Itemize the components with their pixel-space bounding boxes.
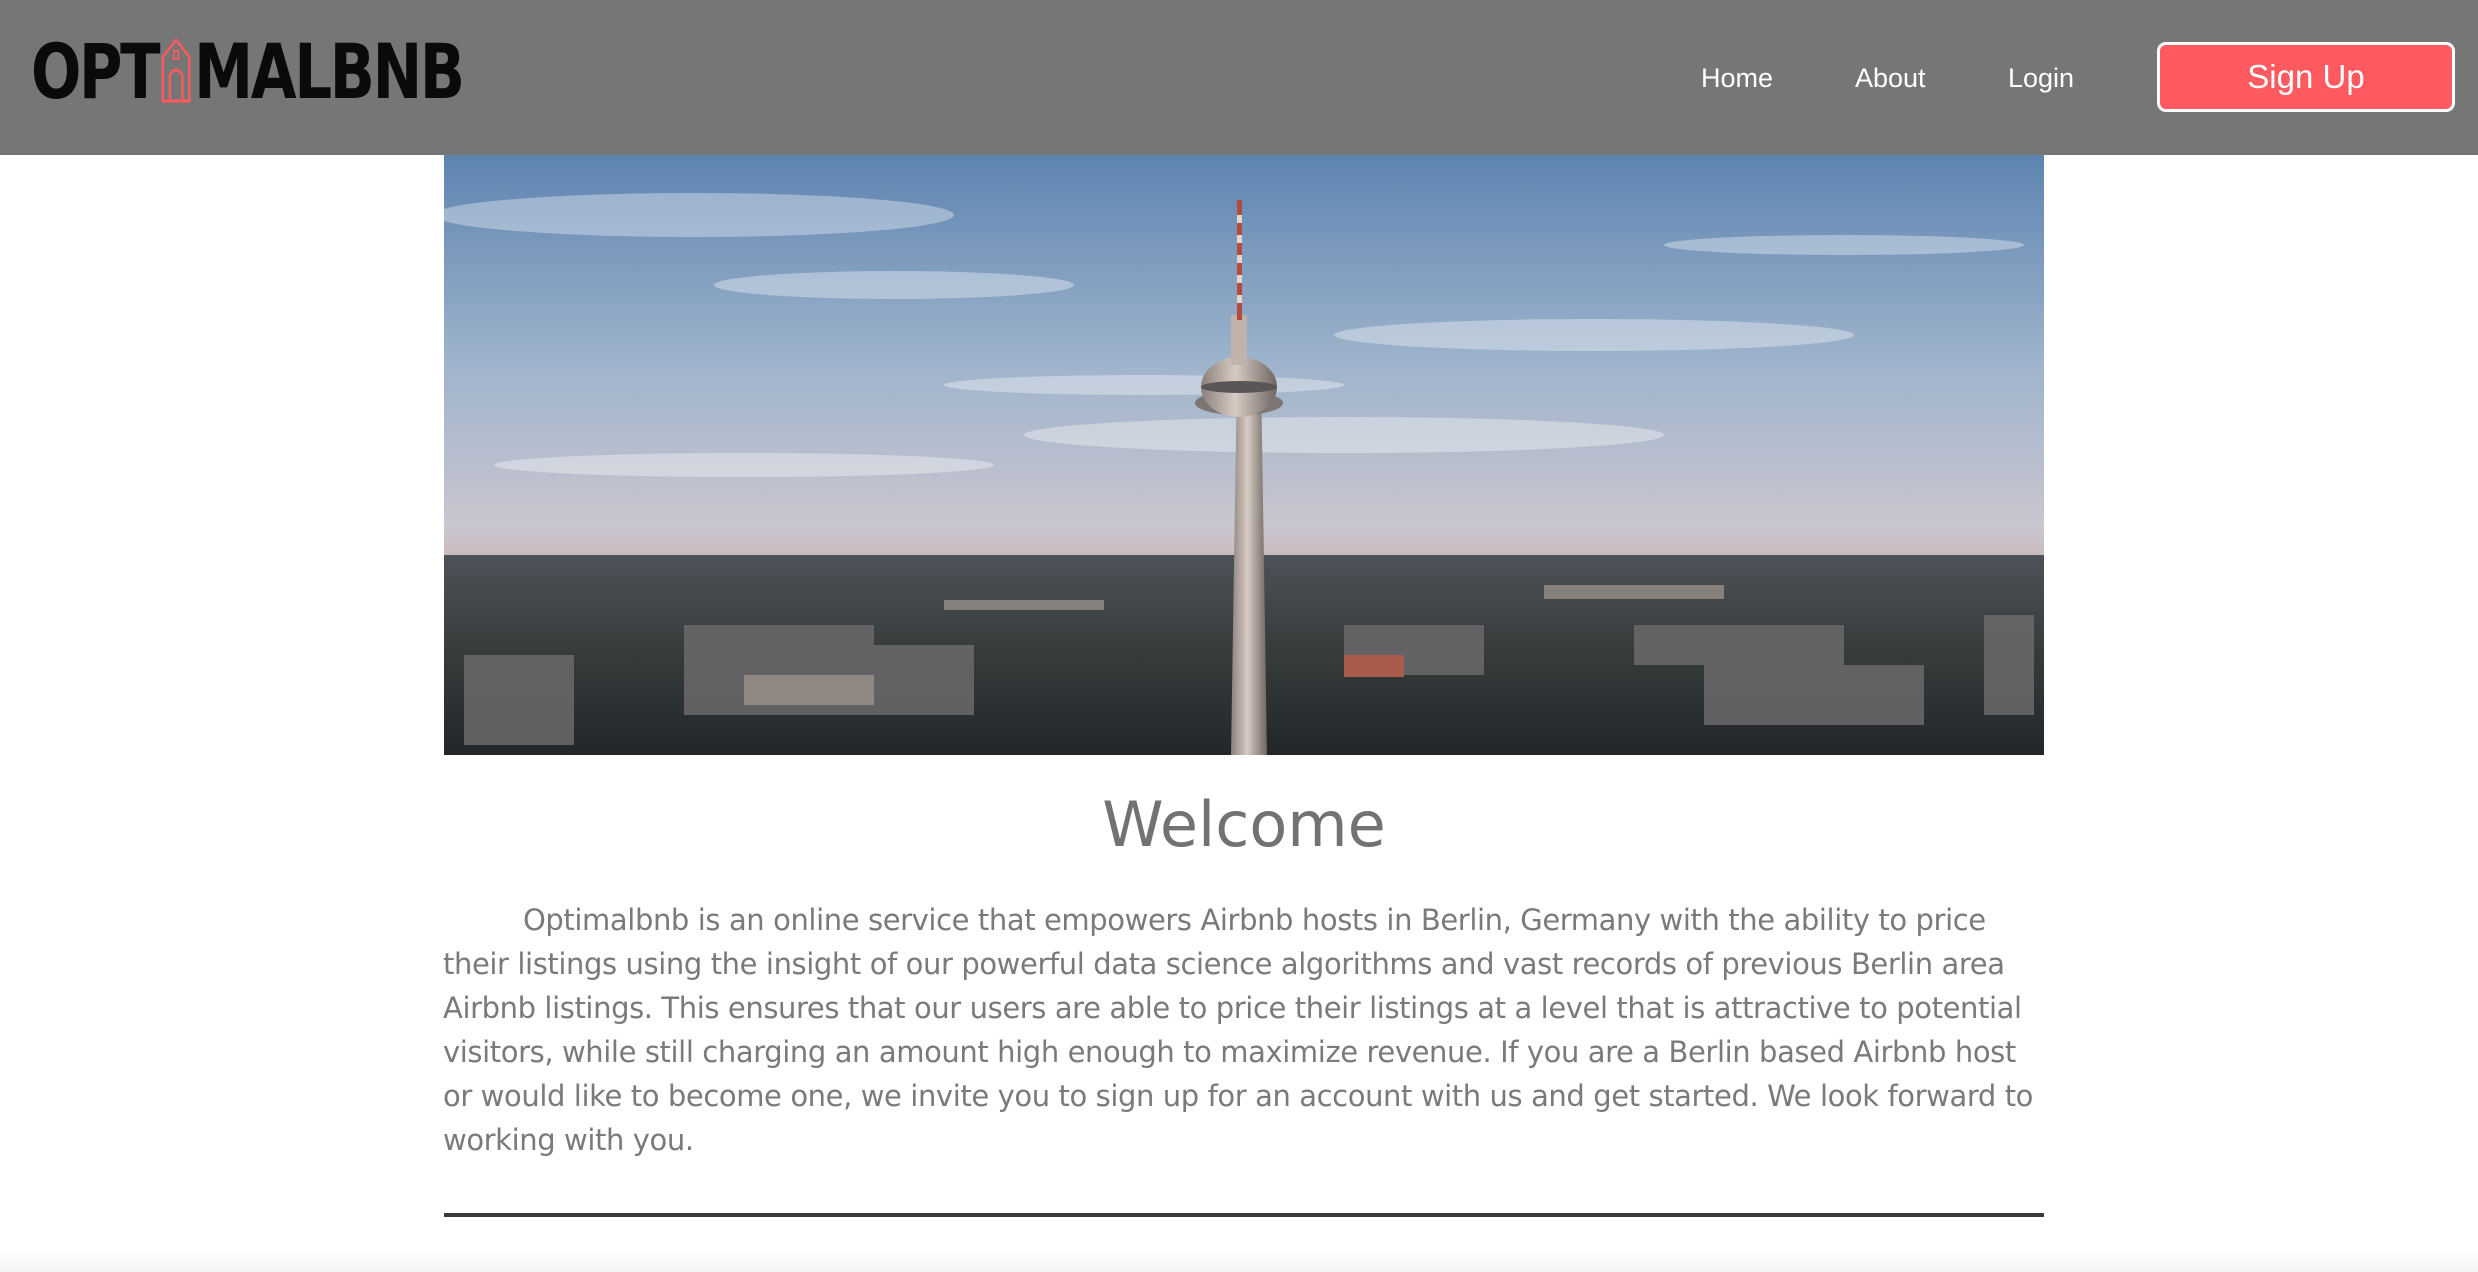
site-logo[interactable]: OPT MALBNB [31, 34, 465, 110]
signup-button[interactable]: Sign Up [2157, 42, 2455, 112]
intro-paragraph: Optimalbnb is an online service that emp… [443, 903, 2034, 1157]
logo-text-end: MALBNB [194, 27, 465, 116]
nav-home-link[interactable]: Home [1701, 58, 1773, 98]
page-title: Welcome [1102, 788, 1386, 861]
nav-about-link[interactable]: About [1855, 58, 1926, 98]
logo-text-start: OPT [31, 27, 161, 116]
house-icon [161, 37, 191, 103]
hero-image [444, 155, 2044, 755]
section-divider [444, 1213, 2044, 1217]
navbar: OPT MALBNB Home About Login Sign Up [0, 0, 2478, 155]
footer-edge [0, 1250, 2478, 1272]
nav-login-link[interactable]: Login [2008, 58, 2074, 98]
berlin-skyline-illustration [444, 155, 2044, 755]
